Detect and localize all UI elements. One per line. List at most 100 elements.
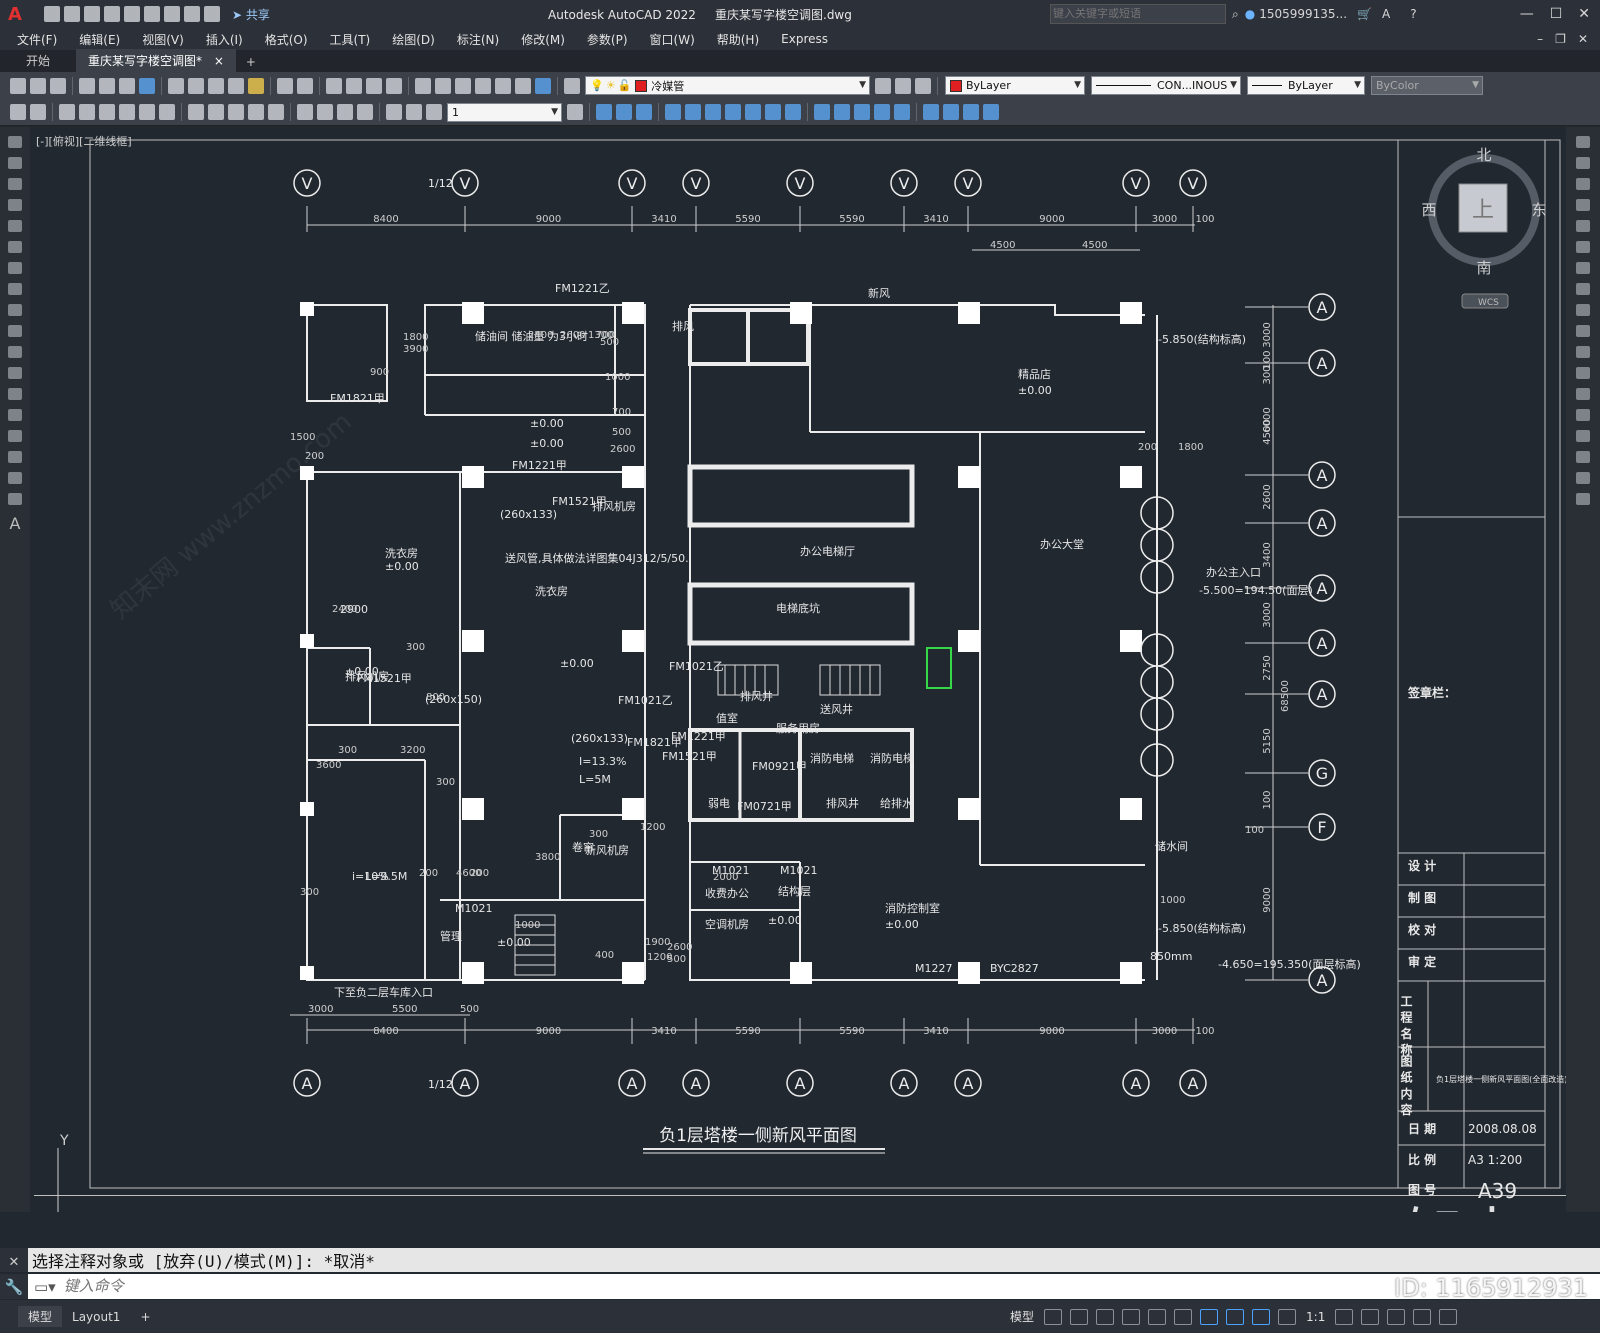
save-icon[interactable] [50, 77, 66, 94]
auto-scale-icon[interactable] [1278, 1308, 1297, 1325]
dim-continue-icon[interactable] [228, 104, 244, 120]
menu-dimension[interactable]: 标注(N) [446, 31, 510, 48]
join-icon[interactable] [1576, 409, 1590, 421]
copy-icon[interactable] [188, 77, 204, 94]
dim-angular-icon[interactable] [159, 104, 175, 120]
cart-icon[interactable]: 🛒 [1357, 7, 1372, 21]
stretch-icon[interactable] [745, 104, 761, 120]
viewcube-south[interactable]: 南 [1476, 259, 1491, 277]
undo-icon[interactable] [183, 6, 200, 22]
explode-icon[interactable] [894, 104, 910, 120]
polar-icon[interactable] [1122, 1308, 1141, 1325]
autodesk-account-icon[interactable]: A [1382, 7, 1390, 21]
color-dropdown[interactable]: ByLayer ▼ [945, 76, 1085, 95]
layer-previous-icon[interactable] [895, 77, 911, 94]
scale-icon[interactable] [1576, 283, 1590, 295]
print-icon[interactable] [163, 6, 180, 22]
array-icon[interactable] [1576, 220, 1590, 232]
explode-icon[interactable] [1576, 493, 1590, 505]
extend-icon[interactable] [1576, 346, 1590, 358]
annotation-monitor-icon[interactable] [1361, 1308, 1380, 1325]
dim-edit-icon[interactable] [386, 104, 402, 120]
menu-view[interactable]: 视图(V) [131, 31, 195, 48]
viewport-label[interactable]: [-][俯视][二维线框] [36, 134, 132, 148]
block-editor-icon[interactable] [248, 77, 264, 94]
chamfer-icon[interactable] [854, 104, 870, 120]
search-input[interactable] [1050, 4, 1226, 24]
tab-close-icon[interactable]: × [214, 54, 224, 68]
annotation-visibility-icon[interactable] [1252, 1308, 1271, 1325]
ellipse-icon[interactable] [8, 325, 22, 337]
rotate-icon[interactable] [705, 104, 721, 120]
new-tab-button[interactable]: + [236, 52, 266, 72]
break-icon[interactable] [814, 104, 830, 120]
make-current-layer-icon[interactable] [875, 77, 891, 94]
linetype-dropdown[interactable]: CON...INOUS ▼ [1091, 76, 1241, 95]
command-settings-icon[interactable]: 🔧 [0, 1274, 28, 1299]
matchprop-icon[interactable] [228, 77, 244, 94]
copy-object-icon[interactable] [596, 104, 612, 120]
offset-icon[interactable] [1576, 199, 1590, 211]
chamfer-icon[interactable] [1576, 430, 1590, 442]
close-button[interactable]: ✕ [1578, 6, 1590, 22]
trim-icon[interactable] [765, 104, 781, 120]
doc-close-button[interactable]: ✕ [1578, 32, 1588, 46]
import-icon[interactable] [123, 6, 140, 22]
autocad-logo-icon[interactable]: A [8, 4, 22, 25]
save-as-icon[interactable] [103, 6, 120, 22]
hatch-icon[interactable] [8, 430, 22, 442]
viewcube[interactable]: 上 北 南 东 西 WCS [1421, 146, 1547, 309]
region-icon[interactable] [8, 472, 22, 484]
viewcube-west[interactable]: 西 [1421, 201, 1436, 219]
markup-icon[interactable] [495, 77, 511, 94]
dim-jogged-icon[interactable] [119, 104, 135, 120]
tab-start[interactable]: 开始 [0, 49, 76, 72]
revcloud-icon[interactable] [8, 283, 22, 295]
fullscreen-icon[interactable] [1413, 1308, 1432, 1325]
rectangle-icon[interactable] [8, 220, 22, 232]
move-icon[interactable] [685, 104, 701, 120]
properties-icon[interactable] [415, 77, 431, 94]
menu-modify[interactable]: 修改(M) [510, 31, 576, 48]
object-snap-tracking-icon[interactable] [1174, 1308, 1193, 1325]
dim-break-icon[interactable] [268, 104, 284, 120]
layer-state-icon[interactable] [915, 77, 931, 94]
ortho-icon[interactable] [1096, 1308, 1115, 1325]
stretch-icon[interactable] [1576, 304, 1590, 316]
object-snap-icon[interactable] [1200, 1308, 1219, 1325]
dim-update-icon[interactable] [426, 104, 442, 120]
dim-text-edit-icon[interactable] [406, 104, 422, 120]
table-icon[interactable] [8, 493, 22, 505]
command-input[interactable] [61, 1277, 1266, 1296]
jogged-linear-icon[interactable] [357, 104, 373, 120]
command-recent-icon[interactable]: ▭▾ [34, 1278, 56, 1296]
bring-above-icon[interactable] [963, 104, 979, 120]
isodraft-icon[interactable] [1148, 1308, 1167, 1325]
layout-tab-layout1[interactable]: Layout1 [62, 1308, 130, 1326]
layer-properties-icon[interactable] [564, 77, 580, 94]
paste-icon[interactable] [208, 77, 224, 94]
lineweight-dropdown[interactable]: ByLayer ▼ [1247, 76, 1365, 95]
insert-block-icon[interactable] [8, 367, 22, 379]
3d-dwf-icon[interactable] [139, 77, 155, 94]
viewcube-north[interactable]: 北 [1476, 146, 1491, 164]
polyline-icon[interactable] [8, 178, 22, 190]
circle-icon[interactable] [8, 262, 22, 274]
snap-icon[interactable] [1070, 1308, 1089, 1325]
draworder-back-icon[interactable] [943, 104, 959, 120]
viewcube-top-face[interactable]: 上 [1472, 198, 1494, 223]
dim-arc-icon[interactable] [59, 104, 75, 120]
zoom-window-icon[interactable] [366, 77, 382, 94]
menu-file[interactable]: 文件(F) [6, 31, 68, 48]
isolate-objects-icon[interactable] [1387, 1308, 1406, 1325]
workspace-gear-icon[interactable] [1335, 1308, 1354, 1325]
dim-linear-icon[interactable] [10, 104, 26, 120]
drawing-canvas[interactable]: [-][俯视][二维线框] 签章栏： 设 计 制 图 校 对 审 定 工 程 名… [30, 127, 1566, 1212]
menu-tools[interactable]: 工具(T) [319, 31, 382, 48]
plot-icon[interactable] [79, 77, 95, 94]
dim-style-icon[interactable] [567, 104, 583, 120]
mtext-icon[interactable]: A [0, 514, 30, 533]
publish-icon[interactable] [119, 77, 135, 94]
rotate-icon[interactable] [1576, 262, 1590, 274]
menu-insert[interactable]: 插入(I) [195, 31, 254, 48]
